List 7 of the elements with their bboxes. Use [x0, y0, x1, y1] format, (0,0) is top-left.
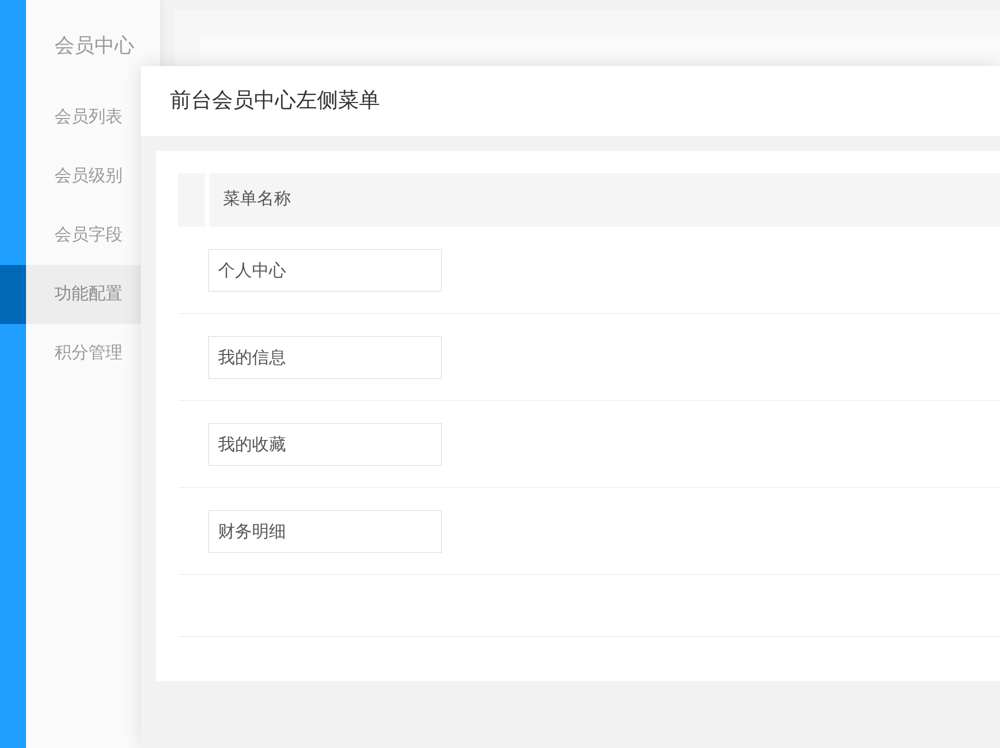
menu-name-field[interactable]: 个人中心	[208, 248, 442, 292]
menu-name-field[interactable]: 财务明细	[208, 510, 442, 552]
menu-name-field[interactable]: 我的信息	[208, 336, 442, 378]
column-header: 菜单名称	[209, 173, 1000, 227]
menu-name-field[interactable]: 我的收藏	[208, 422, 442, 466]
sidebar-title: 会员中心	[54, 32, 136, 59]
modal-title: 前台会员中心左侧菜单	[170, 87, 380, 114]
